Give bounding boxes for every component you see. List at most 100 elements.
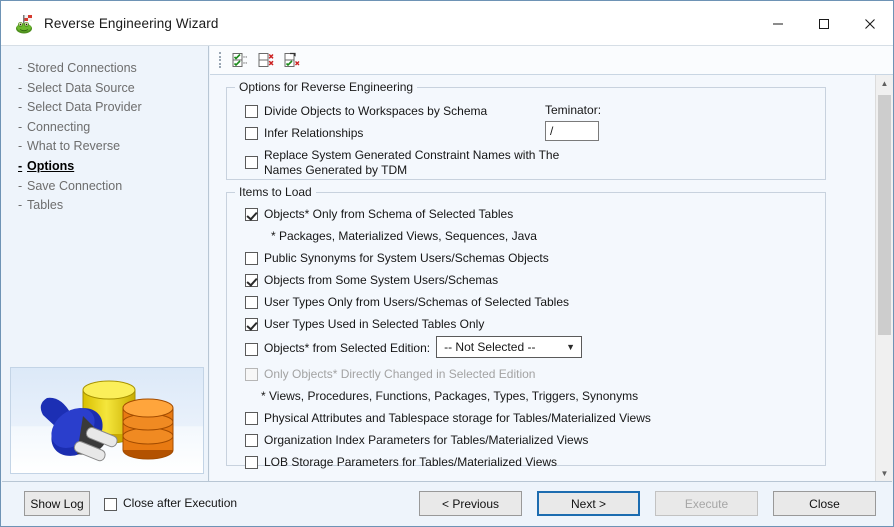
checkbox-lob-storage-parameters[interactable]: LOB Storage Parameters for Tables/Materi… xyxy=(245,455,815,470)
sidebar-item-stored-connections[interactable]: - Stored Connections xyxy=(18,59,208,79)
checkbox-close-after-execution[interactable]: Close after Execution xyxy=(104,496,237,511)
terminator-field-group: Teminator: xyxy=(545,103,601,141)
checkbox-box[interactable] xyxy=(245,342,258,356)
checkbox-label: Only Objects* Directly Changed in Select… xyxy=(264,367,536,381)
title-bar: Reverse Engineering Wizard xyxy=(1,1,893,46)
options-scroll-area: Options for Reverse Engineering Divide O… xyxy=(210,75,875,482)
checkbox-box[interactable] xyxy=(245,156,258,169)
bullet-dash: - xyxy=(18,61,23,75)
bullet-dash: - xyxy=(18,119,23,134)
invert-selection-icon[interactable] xyxy=(280,49,306,71)
check-all-icon[interactable] xyxy=(228,49,254,71)
dropdown-value: -- Not Selected -- xyxy=(444,340,536,354)
toad-frog-icon xyxy=(15,14,35,34)
bullet-dash: - xyxy=(18,80,23,95)
close-button-footer[interactable]: Close xyxy=(773,491,876,516)
checkbox-objects-only-from-schema-of-selected-tables[interactable]: Objects* Only from Schema of Selected Ta… xyxy=(245,207,815,222)
next-button[interactable]: Next > xyxy=(537,491,640,516)
show-log-button[interactable]: Show Log xyxy=(24,491,90,516)
checkbox-label: Organization Index Parameters for Tables… xyxy=(264,433,589,447)
bullet-dash: - xyxy=(18,178,23,193)
close-button[interactable] xyxy=(847,1,893,46)
checkbox-box[interactable] xyxy=(245,318,258,331)
selected-edition-dropdown[interactable]: -- Not Selected -- ▼ xyxy=(436,336,583,358)
checkbox-user-types-only-from-users-schemas-of-selected-tables[interactable]: User Types Only from Users/Schemas of Se… xyxy=(245,295,815,310)
options-toolbar xyxy=(210,46,893,75)
footer-action-buttons: < Previous Next > Execute Close xyxy=(419,491,876,516)
previous-button[interactable]: < Previous xyxy=(419,491,522,516)
sidebar-item-select-data-provider[interactable]: - Select Data Provider xyxy=(18,98,208,118)
checkbox-physical-attributes-and-tablespace-storage[interactable]: Physical Attributes and Tablespace stora… xyxy=(245,411,815,426)
window-title: Reverse Engineering Wizard xyxy=(44,16,219,31)
sidebar-item-options[interactable]: - Options xyxy=(18,157,208,177)
sidebar-item-save-connection[interactable]: - Save Connection xyxy=(18,177,208,197)
sidebar-item-label: Select Data Provider xyxy=(27,100,142,115)
terminator-label: Teminator: xyxy=(545,103,602,117)
checkbox-label: Infer Relationships xyxy=(264,126,364,140)
maximize-button[interactable] xyxy=(801,1,847,46)
options-group-legend: Options for Reverse Engineering xyxy=(235,80,418,94)
checkbox-box[interactable] xyxy=(245,412,258,425)
sidebar-item-label: Tables xyxy=(27,198,64,213)
checkbox-box[interactable] xyxy=(245,296,258,309)
sidebar-item-select-data-source[interactable]: - Select Data Source xyxy=(18,79,208,99)
options-main-panel: Options for Reverse Engineering Divide O… xyxy=(210,46,893,482)
checkbox-label: Objects* Only from Schema of Selected Ta… xyxy=(264,207,514,221)
checkbox-label: Objects* from Selected Edition: xyxy=(264,341,431,355)
sidebar-item-tables[interactable]: - Tables xyxy=(18,196,208,216)
scroll-down-arrow-icon[interactable]: ▼ xyxy=(876,465,893,482)
checkbox-label: Physical Attributes and Tablespace stora… xyxy=(264,411,651,425)
chevron-down-icon: ▼ xyxy=(566,341,576,352)
sidebar-item-label: Select Data Source xyxy=(27,80,135,95)
checkbox-objects-from-some-system-users-schemas[interactable]: Objects from Some System Users/Schemas xyxy=(245,273,815,288)
checkbox-box[interactable] xyxy=(245,434,258,447)
items-to-load-group: Items to Load Objects* Only from Schema … xyxy=(226,185,826,469)
checkbox-label: Divide Objects to Workspaces by Schema xyxy=(264,104,488,118)
checkbox-box[interactable] xyxy=(245,127,258,140)
options-vertical-scrollbar[interactable]: ▲ ▼ xyxy=(875,75,893,482)
checkbox-organization-index-parameters[interactable]: Organization Index Parameters for Tables… xyxy=(245,433,815,448)
checkbox-box[interactable] xyxy=(245,456,258,469)
scroll-up-arrow-icon[interactable]: ▲ xyxy=(876,75,893,92)
checkbox-label: Replace System Generated Constraint Name… xyxy=(264,148,560,177)
execute-button: Execute xyxy=(655,491,758,516)
window-controls xyxy=(755,1,893,46)
sidebar-item-label: Options xyxy=(27,158,75,173)
wizard-footer: Show Log Close after Execution < Previou… xyxy=(2,481,892,525)
checkbox-label: User Types Used in Selected Tables Only xyxy=(264,317,485,331)
checkbox-only-objects-directly-changed-in-selected-edition: Only Objects* Directly Changed in Select… xyxy=(245,367,815,382)
checkbox-box[interactable] xyxy=(245,252,258,265)
checkbox-box[interactable] xyxy=(245,105,258,118)
checkbox-user-types-used-in-selected-tables-only[interactable]: User Types Used in Selected Tables Only xyxy=(245,317,815,332)
checkbox-divide-objects-to-workspaces-by-schema[interactable]: Divide Objects to Workspaces by Schema xyxy=(245,104,815,119)
checkbox-box[interactable] xyxy=(245,208,258,221)
checkbox-label: Public Synonyms for System Users/Schemas… xyxy=(264,251,549,265)
checkbox-replace-system-generated-constraint-names[interactable]: Replace System Generated Constraint Name… xyxy=(245,148,815,177)
options-for-reverse-engineering-group: Options for Reverse Engineering Divide O… xyxy=(226,80,826,180)
reverse-engineering-wizard-window: Reverse Engineering Wizard - Stored Conn… xyxy=(0,0,894,527)
checkbox-box[interactable] xyxy=(245,274,258,287)
wizard-steps-list: - Stored Connections - Select Data Source … xyxy=(2,46,208,216)
checkbox-label: Close after Execution xyxy=(123,496,238,510)
toolbar-grip-handle[interactable] xyxy=(216,51,224,69)
wizard-steps-sidebar: - Stored Connections - Select Data Source … xyxy=(2,46,209,482)
uncheck-all-icon[interactable] xyxy=(254,49,280,71)
note-objects-footnote: * Packages, Materialized Views, Sequence… xyxy=(271,229,537,243)
terminator-input[interactable] xyxy=(545,121,599,141)
sidebar-item-label: Save Connection xyxy=(27,178,123,193)
database-plug-illustration xyxy=(10,367,204,474)
checkbox-objects-from-selected-edition[interactable]: Objects* from Selected Edition: -- Not S… xyxy=(245,336,815,358)
minimize-button[interactable] xyxy=(755,1,801,46)
bullet-dash: - xyxy=(18,198,23,213)
checkbox-infer-relationships[interactable]: Infer Relationships xyxy=(245,126,815,141)
bullet-dash: - xyxy=(18,139,23,154)
bullet-dash: - xyxy=(18,100,23,115)
checkbox-box[interactable] xyxy=(104,497,117,511)
checkbox-label: LOB Storage Parameters for Tables/Materi… xyxy=(264,455,558,469)
checkbox-box xyxy=(245,368,258,381)
scrollbar-thumb[interactable] xyxy=(878,95,891,335)
checkbox-public-synonyms-for-system-users-schemas-objects[interactable]: Public Synonyms for System Users/Schemas… xyxy=(245,251,815,266)
sidebar-item-what-to-reverse[interactable]: - What to Reverse xyxy=(18,137,208,157)
items-group-legend: Items to Load xyxy=(235,185,316,199)
sidebar-item-connecting[interactable]: - Connecting xyxy=(18,118,208,138)
